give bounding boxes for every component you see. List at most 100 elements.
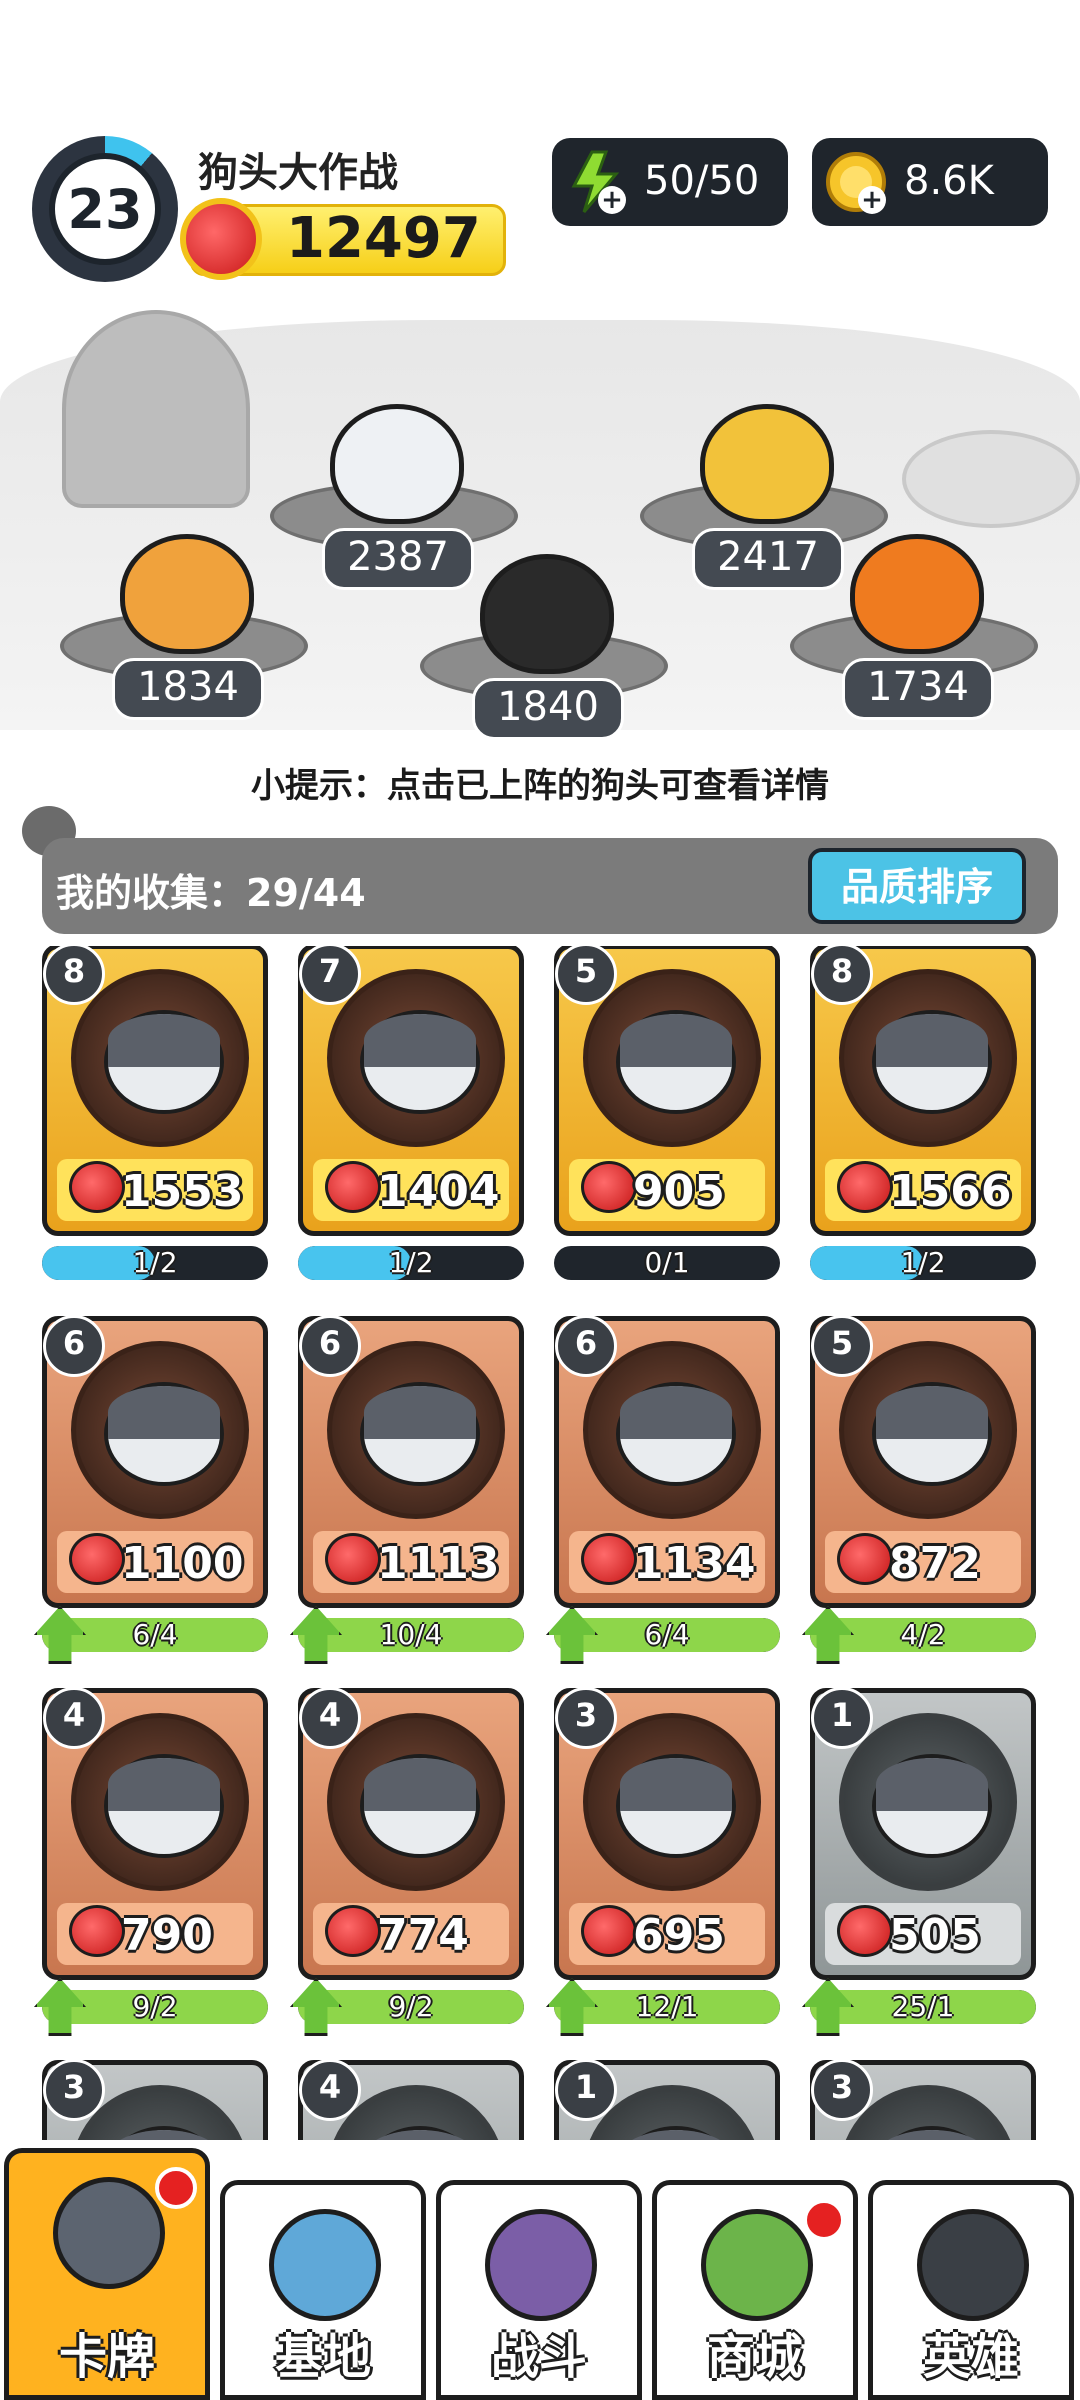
dog-card[interactable]: 1 505: [810, 1687, 1036, 1980]
dog-card[interactable]: 6 1134: [554, 1315, 780, 1608]
tab-paw[interactable]: 战斗: [436, 2180, 642, 2400]
lineup-arena: 2387 2417 1834 1840 1734: [0, 290, 1080, 740]
card-rank: 8: [43, 946, 105, 1005]
dog-card[interactable]: 8 1566: [810, 946, 1036, 1236]
top-hat-dog-icon: [917, 2209, 1029, 2321]
dog-bomb-avatar: [480, 554, 614, 674]
tab-castle[interactable]: 基地: [220, 2180, 426, 2400]
card-rank: 6: [43, 1315, 105, 1377]
dog-card[interactable]: 3 695: [554, 1687, 780, 1980]
card-portrait: [583, 969, 761, 1147]
card-rank: 4: [43, 1687, 105, 1749]
tab-label: 战斗: [490, 2329, 587, 2385]
dog-face-icon: [616, 1754, 736, 1858]
dog-card[interactable]: 8 1553: [42, 946, 268, 1236]
dog-face-icon: [104, 1754, 224, 1858]
dog-face-icon: [104, 1010, 224, 1114]
dog-card[interactable]: 5 872: [810, 1315, 1036, 1608]
upgrade-arrow-icon[interactable]: [290, 1606, 342, 1664]
upgrade-arrow-icon[interactable]: [546, 1978, 598, 2036]
collection-bar: 我的收集：29/44 品质排序: [42, 838, 1058, 934]
collection-count: 我的收集：29/44: [56, 871, 366, 915]
card-portrait: [327, 1341, 505, 1519]
card-power: 774: [377, 1910, 469, 1961]
card-rank: 6: [555, 1315, 617, 1377]
tab-label: 基地: [274, 2329, 371, 2385]
slot-power: 1734: [842, 658, 994, 720]
card-rank: 6: [299, 1315, 361, 1377]
card-progress-bar: 1/2: [810, 1246, 1036, 1280]
slot-power: 1840: [472, 678, 624, 740]
dog-card[interactable]: 3: [810, 2059, 1036, 2140]
fist-icon: [325, 1161, 381, 1213]
card-power: 1134: [633, 1538, 756, 1589]
dog-face-icon: [360, 1382, 480, 1486]
upgrade-arrow-icon[interactable]: [34, 1606, 86, 1664]
card-power: 872: [889, 1538, 981, 1589]
card-progress-bar: 0/1: [554, 1246, 780, 1280]
dog-face-icon: [872, 1010, 992, 1114]
bottom-tab-bar: 卡牌 基地 战斗 商城 英雄: [0, 2140, 1080, 2400]
card-portrait: [71, 1713, 249, 1891]
game-screen: 23 狗头大作战 12497 + 50/50 + 8.6K 2387 2417: [0, 0, 1080, 2400]
card-portrait: [71, 1341, 249, 1519]
card-rank: 7: [299, 946, 361, 1005]
dog-card[interactable]: 4: [298, 2059, 524, 2140]
card-portrait: [839, 969, 1017, 1147]
dog-face-icon: [104, 2126, 224, 2140]
card-portrait: [327, 1713, 505, 1891]
card-portrait: [327, 969, 505, 1147]
coin-value: 8.6K: [904, 158, 994, 204]
lineup-slot[interactable]: 1734: [790, 460, 1038, 720]
tab-label: 商城: [706, 2329, 803, 2385]
energy-value: 50/50: [644, 158, 760, 204]
upgrade-arrow-icon[interactable]: [802, 1978, 854, 2036]
card-rank: 1: [811, 1687, 873, 1749]
player-level-ring[interactable]: 23: [32, 136, 178, 282]
dog-card[interactable]: 5 905: [554, 946, 780, 1236]
energy-pill[interactable]: + 50/50: [552, 138, 788, 226]
dog-card[interactable]: 6 1100: [42, 1315, 268, 1608]
tab-top-hat-dog[interactable]: 英雄: [868, 2180, 1074, 2400]
dog-face-icon: [360, 2126, 480, 2140]
card-portrait: [839, 1341, 1017, 1519]
tab-dog-face[interactable]: 卡牌: [4, 2148, 210, 2400]
tab-cash[interactable]: 商城: [652, 2180, 858, 2400]
add-coin-icon[interactable]: +: [858, 186, 886, 214]
coin-pill[interactable]: + 8.6K: [812, 138, 1048, 226]
tab-label: 英雄: [922, 2329, 1019, 2385]
fist-icon: [180, 198, 262, 280]
dog-card[interactable]: 4 790: [42, 1687, 268, 1980]
fist-icon: [325, 1905, 381, 1957]
card-rank: 3: [43, 2059, 105, 2121]
total-power: 12497: [286, 206, 481, 271]
card-power: 1553: [121, 1166, 244, 1217]
dog-face-icon: [616, 1010, 736, 1114]
card-rank: 5: [555, 946, 617, 1005]
card-power: 695: [633, 1910, 725, 1961]
dog-card[interactable]: 6 1113: [298, 1315, 524, 1608]
card-progress-text: 1/2: [132, 1246, 178, 1279]
quality-sort-button[interactable]: 品质排序: [808, 848, 1026, 924]
lineup-slot[interactable]: 1834: [60, 460, 308, 720]
hint-text: 小提示：点击已上阵的狗头可查看详情: [251, 766, 829, 806]
upgrade-arrow-icon[interactable]: [546, 1606, 598, 1664]
upgrade-arrow-icon[interactable]: [34, 1978, 86, 2036]
add-energy-icon[interactable]: +: [598, 186, 626, 214]
upgrade-arrow-icon[interactable]: [802, 1606, 854, 1664]
dog-card[interactable]: 7 1404: [298, 946, 524, 1236]
upgrade-arrow-icon[interactable]: [290, 1978, 342, 2036]
card-power: 905: [633, 1166, 725, 1217]
card-rank: 5: [811, 1315, 873, 1377]
dog-face-icon: [104, 1382, 224, 1486]
player-level: 23: [49, 153, 161, 265]
card-power: 1113: [377, 1538, 500, 1589]
game-name: 狗头大作战: [198, 150, 398, 196]
card-portrait: [583, 1713, 761, 1891]
lineup-slot[interactable]: 1840: [420, 480, 668, 740]
dog-card[interactable]: 4 774: [298, 1687, 524, 1980]
dog-card[interactable]: 1: [554, 2059, 780, 2140]
card-power: 1404: [377, 1166, 500, 1217]
fist-icon: [837, 1533, 893, 1585]
dog-card[interactable]: 3: [42, 2059, 268, 2140]
